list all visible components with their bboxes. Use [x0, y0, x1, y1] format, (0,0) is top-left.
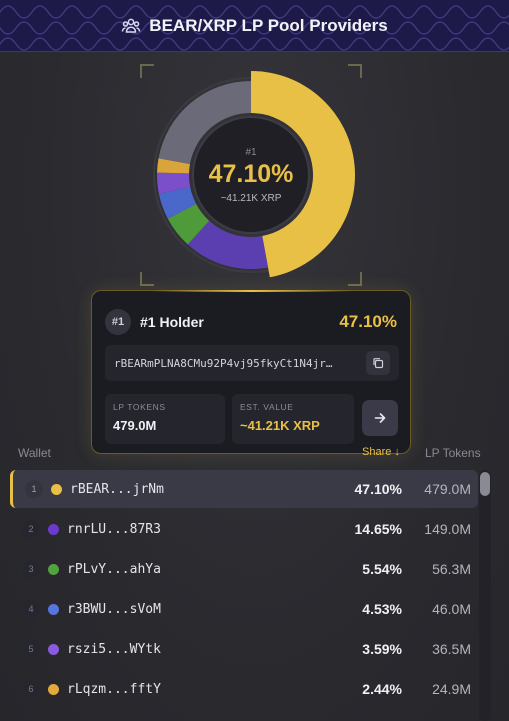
- column-header-wallet: Wallet: [18, 446, 51, 460]
- list-item[interactable]: 6 rLqzm...fftY 2.44% 24.9M: [10, 670, 478, 708]
- row-share: 47.10%: [354, 481, 402, 497]
- holder-detail-card: #1 #1 Holder 47.10% rBEARmPLNA8CMu92P4vj…: [91, 290, 411, 454]
- users-icon: [121, 16, 141, 36]
- row-address: rLqzm...fftY: [67, 681, 161, 697]
- row-lp-tokens: 56.3M: [432, 561, 471, 577]
- list-item[interactable]: 3 rPLvY...ahYa 5.54% 56.3M: [10, 550, 478, 588]
- list-item[interactable]: 1 rBEAR...jrNm 47.10% 479.0M: [10, 470, 478, 508]
- page-title: BEAR/XRP LP Pool Providers: [149, 15, 388, 35]
- row-address: rPLvY...ahYa: [67, 561, 161, 577]
- lp-tokens-stat: LP TOKENS 479.0M: [105, 394, 225, 444]
- row-rank: 3: [22, 560, 40, 578]
- row-color-dot: [48, 563, 59, 575]
- row-color-dot: [51, 483, 62, 495]
- center-xrp-value: ~41.21K XRP: [220, 192, 282, 204]
- row-share: 14.65%: [354, 521, 402, 537]
- est-value-value: ~41.21K XRP: [240, 418, 320, 433]
- center-rank: #1: [245, 146, 257, 158]
- list-item[interactable]: 5 rszi5...WYtk 3.59% 36.5M: [10, 630, 478, 668]
- address-box: rBEARmPLNA8CMu92P4vj95fkyCt1N4jr…: [105, 345, 399, 381]
- share-donut-chart[interactable]: #1 47.10% ~41.21K XRP: [140, 64, 362, 286]
- row-color-dot: [48, 643, 59, 655]
- provider-list: 1 rBEAR...jrNm 47.10% 479.0M 2 rnrLU...8…: [10, 470, 478, 721]
- copy-icon: [373, 358, 384, 369]
- center-percent: 47.10%: [208, 159, 294, 188]
- row-share: 2.44%: [362, 681, 402, 697]
- arrow-right-icon: [374, 413, 386, 423]
- row-rank: 5: [22, 640, 40, 658]
- row-share: 3.59%: [362, 641, 402, 657]
- row-lp-tokens: 36.5M: [432, 641, 471, 657]
- list-scrollbar[interactable]: [479, 470, 491, 721]
- list-item[interactable]: 4 r3BWU...sVoM 4.53% 46.0M: [10, 590, 478, 628]
- row-lp-tokens: 479.0M: [424, 481, 471, 497]
- scrollbar-thumb[interactable]: [480, 472, 490, 496]
- holder-label: #1 Holder: [140, 314, 204, 330]
- card-glow-line: [152, 290, 352, 292]
- row-share: 5.54%: [362, 561, 402, 577]
- row-share: 4.53%: [362, 601, 402, 617]
- row-color-dot: [48, 523, 59, 535]
- rank-badge: #1: [105, 309, 131, 335]
- row-lp-tokens: 24.9M: [432, 681, 471, 697]
- page-header: BEAR/XRP LP Pool Providers: [0, 0, 509, 52]
- row-rank: 4: [22, 600, 40, 618]
- row-rank: 1: [25, 480, 43, 498]
- card-header: #1 #1 Holder 47.10%: [105, 309, 397, 335]
- row-address: rnrLU...87R3: [67, 521, 161, 537]
- wallet-address: rBEARmPLNA8CMu92P4vj95fkyCt1N4jr…: [114, 356, 333, 370]
- row-lp-tokens: 46.0M: [432, 601, 471, 617]
- holder-percent: 47.10%: [339, 312, 397, 331]
- column-header-lp-tokens[interactable]: LP Tokens: [425, 446, 481, 460]
- lp-tokens-value: 479.0M: [113, 418, 157, 433]
- row-color-dot: [48, 683, 59, 695]
- column-header-share[interactable]: Share ↓: [362, 446, 400, 458]
- row-rank: 2: [22, 520, 40, 538]
- est-value-stat: EST. VALUE ~41.21K XRP: [232, 394, 354, 444]
- copy-address-button[interactable]: [366, 351, 390, 375]
- row-color-dot: [48, 603, 59, 615]
- list-item[interactable]: 2 rnrLU...87R3 14.65% 149.0M: [10, 510, 478, 548]
- row-address: rBEAR...jrNm: [70, 481, 164, 497]
- view-holder-button[interactable]: [362, 400, 398, 436]
- donut-center-label: #1 47.10% ~41.21K XRP: [140, 64, 362, 286]
- row-address: r3BWU...sVoM: [67, 601, 161, 617]
- row-lp-tokens: 149.0M: [424, 521, 471, 537]
- est-value-label: EST. VALUE: [240, 402, 294, 412]
- lp-tokens-label: LP TOKENS: [113, 402, 166, 412]
- row-address: rszi5...WYtk: [67, 641, 161, 657]
- row-rank: 6: [22, 680, 40, 698]
